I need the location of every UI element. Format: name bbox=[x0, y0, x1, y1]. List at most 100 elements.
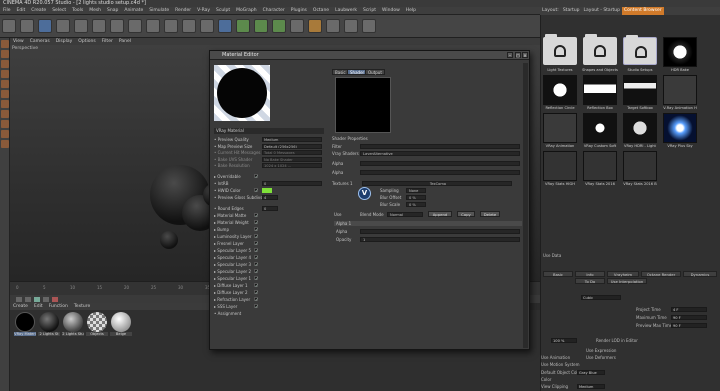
prop-checkbox[interactable]: ✓ bbox=[254, 303, 258, 308]
prop-checkbox[interactable]: ✓ bbox=[254, 173, 258, 178]
record-icon[interactable] bbox=[52, 296, 58, 302]
prop-checkbox[interactable]: ✓ bbox=[254, 219, 258, 224]
first-frame-icon[interactable] bbox=[16, 296, 22, 302]
menu-item[interactable]: V-Ray bbox=[194, 7, 213, 15]
cloner-icon[interactable] bbox=[272, 19, 286, 33]
prop-checkbox[interactable]: ✓ bbox=[254, 240, 258, 245]
material-swatch[interactable]: 2 Lights St bbox=[38, 312, 60, 336]
prop-field[interactable]: Default (256x256) bbox=[262, 143, 322, 149]
view-clipping-field[interactable]: Medium bbox=[577, 384, 605, 389]
alpha-field[interactable] bbox=[360, 161, 520, 166]
vray-icon[interactable] bbox=[362, 19, 376, 33]
vray-shaders-dropdown[interactable]: LayerAlternative bbox=[360, 151, 520, 156]
preview-max-time-field[interactable]: 90 F bbox=[671, 323, 707, 328]
minimize-button[interactable]: – bbox=[507, 52, 513, 58]
texture-slot[interactable]: TexComp bbox=[362, 181, 512, 186]
rotate-tool-icon[interactable] bbox=[74, 19, 88, 33]
menu-item[interactable]: Simulate bbox=[146, 7, 172, 15]
prop-checkbox[interactable]: ✓ bbox=[254, 187, 258, 192]
material-menu-item[interactable]: Function bbox=[46, 303, 71, 310]
prop-field[interactable]: 0 bbox=[262, 180, 322, 186]
menu-item[interactable]: Create bbox=[28, 7, 49, 15]
viewport-menu-item[interactable]: Display bbox=[53, 38, 76, 45]
preset-thumbnail[interactable] bbox=[543, 113, 577, 143]
hwid-color-swatch[interactable] bbox=[262, 187, 272, 193]
prop-checkbox[interactable]: ✓ bbox=[254, 268, 258, 273]
default-color-field[interactable]: Gray Blue bbox=[577, 370, 605, 375]
scale-tool-icon[interactable] bbox=[56, 19, 70, 33]
undo-icon[interactable] bbox=[2, 19, 16, 33]
z-axis-icon[interactable] bbox=[128, 19, 142, 33]
menu-item[interactable]: Tools bbox=[69, 7, 86, 15]
preset-thumbnail[interactable] bbox=[543, 151, 577, 181]
prop-checkbox[interactable]: ✓ bbox=[254, 282, 258, 287]
blur-scale-field[interactable]: 0 % bbox=[406, 202, 426, 207]
attr-tab-1[interactable]: Info bbox=[575, 271, 605, 277]
workplane-icon[interactable] bbox=[1, 60, 9, 68]
prop-checkbox[interactable]: ✓ bbox=[254, 289, 258, 294]
blend-mode-dropdown[interactable]: Normal bbox=[387, 212, 423, 217]
maximize-button[interactable]: □ bbox=[515, 52, 521, 58]
lock-workplane-icon[interactable] bbox=[1, 130, 9, 138]
camera-icon[interactable] bbox=[326, 19, 340, 33]
prop-checkbox[interactable]: ✓ bbox=[254, 212, 258, 217]
play-icon[interactable] bbox=[34, 296, 40, 302]
menu-item[interactable]: Help bbox=[403, 7, 419, 15]
menu-item[interactable]: Character bbox=[260, 7, 288, 15]
edges-mode-icon[interactable] bbox=[1, 80, 9, 88]
cube-icon[interactable] bbox=[218, 19, 232, 33]
y-axis-icon[interactable] bbox=[110, 19, 124, 33]
shader-preview[interactable] bbox=[335, 77, 391, 133]
menu-item[interactable]: Sculpt bbox=[213, 7, 233, 15]
floor-icon[interactable] bbox=[308, 19, 322, 33]
prop-field[interactable]: 0 bbox=[262, 205, 278, 211]
preset-thumbnail[interactable] bbox=[583, 75, 617, 105]
layout-selected[interactable]: Content Browser bbox=[622, 7, 664, 15]
close-button[interactable]: × bbox=[522, 52, 528, 58]
hdr-thumbnail[interactable] bbox=[663, 37, 697, 67]
move-tool-icon[interactable] bbox=[38, 19, 52, 33]
material-swatch[interactable]: VRay Materi bbox=[14, 312, 36, 336]
coord-system-icon[interactable] bbox=[146, 19, 160, 33]
preset-thumbnail[interactable] bbox=[623, 113, 657, 143]
viewport-menu-item[interactable]: Options bbox=[75, 38, 98, 45]
light-icon[interactable] bbox=[344, 19, 358, 33]
attr-tab-interp[interactable]: Use Interpolation bbox=[607, 278, 647, 284]
material-name-field[interactable]: VRay Material bbox=[214, 128, 324, 134]
preset-thumbnail[interactable] bbox=[663, 113, 697, 143]
x-axis-icon[interactable] bbox=[92, 19, 106, 33]
alpha-section-header[interactable]: Alpha 1 bbox=[334, 221, 522, 226]
attr-tab-0[interactable]: Basic bbox=[543, 271, 573, 277]
menu-item[interactable]: Laubwerk bbox=[332, 7, 360, 15]
render-pic-icon[interactable] bbox=[182, 19, 196, 33]
folder-icon[interactable] bbox=[543, 34, 577, 65]
render-view-icon[interactable] bbox=[164, 19, 178, 33]
snap-icon[interactable] bbox=[1, 120, 9, 128]
preset-thumbnail[interactable] bbox=[583, 113, 617, 143]
tweak-mode-icon[interactable] bbox=[1, 110, 9, 118]
material-swatch[interactable]: Objects bbox=[86, 312, 108, 336]
project-time-field[interactable]: 4 F bbox=[671, 307, 707, 312]
render-settings-icon[interactable] bbox=[200, 19, 214, 33]
delete-button[interactable]: Delete bbox=[480, 211, 500, 217]
subdivision-icon[interactable] bbox=[254, 19, 268, 33]
preset-thumbnail[interactable] bbox=[543, 75, 577, 105]
attr-tab-4[interactable]: Dynamics bbox=[683, 271, 717, 277]
material-menu-item[interactable]: Edit bbox=[31, 303, 46, 310]
material-menu-item[interactable]: Create bbox=[10, 303, 31, 310]
prop-field[interactable]: 4 bbox=[262, 194, 278, 200]
prop-checkbox[interactable]: ✓ bbox=[254, 233, 258, 238]
folder-icon[interactable] bbox=[583, 34, 617, 65]
menu-item[interactable]: Octane bbox=[310, 7, 332, 15]
menu-item[interactable]: Snap bbox=[104, 7, 121, 15]
menu-item[interactable]: Window bbox=[379, 7, 403, 15]
prop-field[interactable]: Medium bbox=[262, 137, 322, 142]
attr-tab-todo[interactable]: To Do bbox=[575, 278, 605, 284]
axis-mode-icon[interactable] bbox=[1, 100, 9, 108]
spline-pen-icon[interactable] bbox=[236, 19, 250, 33]
menu-item[interactable]: Animate bbox=[121, 7, 146, 15]
deformer-icon[interactable] bbox=[290, 19, 304, 33]
tab-output[interactable]: Output bbox=[365, 69, 385, 75]
attr-tab-2[interactable]: Vrayheim bbox=[607, 271, 639, 277]
menu-item[interactable]: Script bbox=[360, 7, 379, 15]
